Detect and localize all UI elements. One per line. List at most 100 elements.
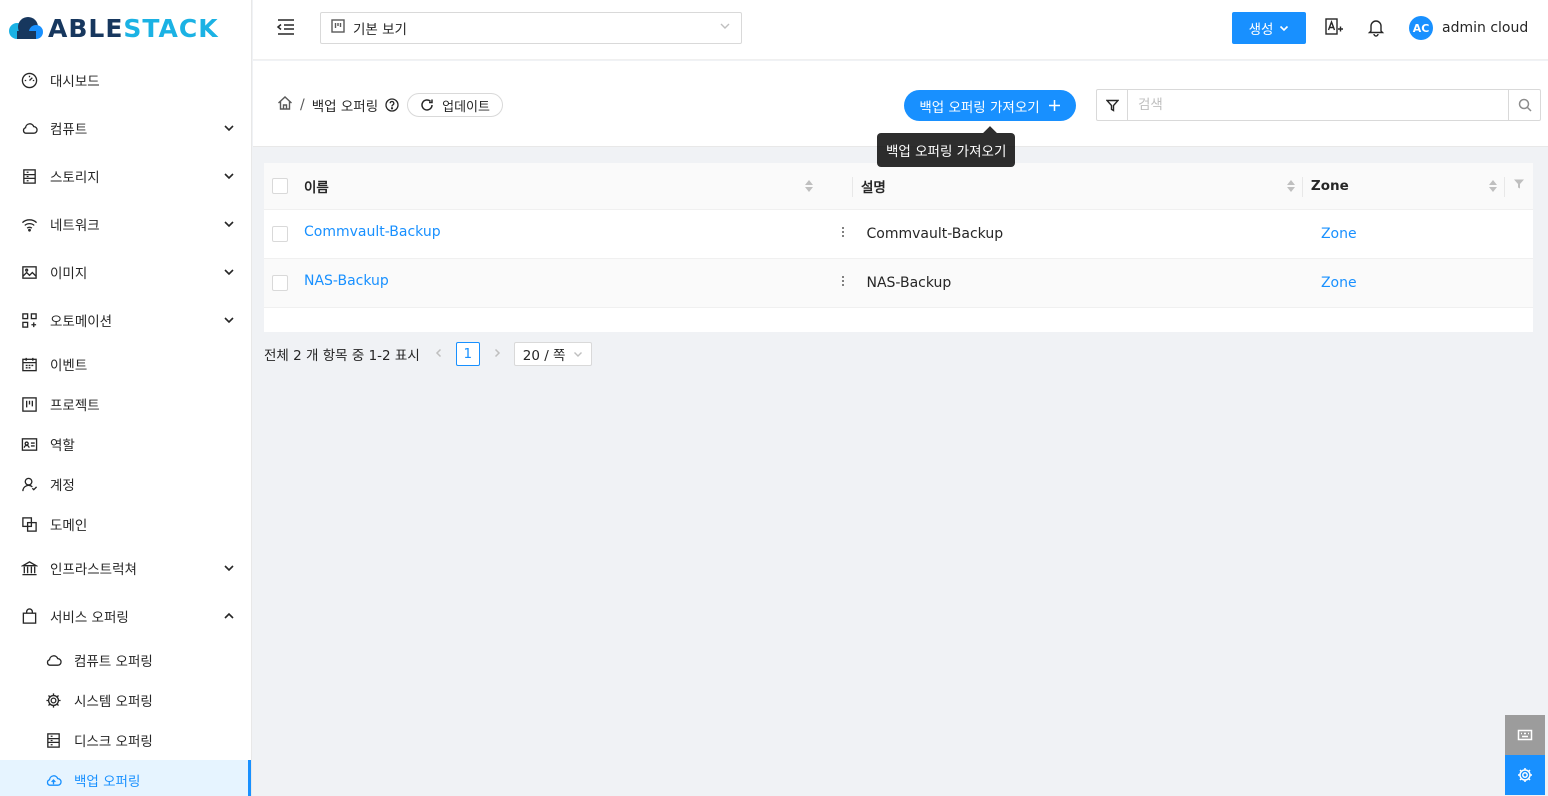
- sidebar-item-label: 도메인: [50, 518, 88, 534]
- home-icon[interactable]: [277, 95, 293, 115]
- search-icon: [1518, 98, 1532, 112]
- bank-icon: [20, 559, 38, 577]
- column-header-zone[interactable]: Zone: [1303, 163, 1505, 209]
- chevron-down-icon: [223, 562, 235, 574]
- project-select[interactable]: 기본 보기: [320, 12, 742, 44]
- refresh-button[interactable]: 업데이트: [407, 93, 503, 117]
- avatar: AC: [1409, 16, 1433, 40]
- project-icon: [20, 395, 38, 413]
- column-header-label: 이름: [304, 180, 329, 196]
- sort-icon: [1489, 180, 1497, 192]
- create-button[interactable]: 생성: [1232, 12, 1306, 44]
- keyboard-shortcut-button[interactable]: [1505, 715, 1545, 755]
- shopping-icon: [20, 607, 38, 625]
- bell-icon[interactable]: [1366, 17, 1388, 39]
- sidebar-item-image[interactable]: 이미지: [0, 248, 251, 296]
- chevron-down-icon: [223, 218, 235, 230]
- sidebar-item-dashboard[interactable]: 대시보드: [0, 56, 251, 104]
- sidebar-item-label: 프로젝트: [50, 398, 100, 414]
- sidebar-item-label: 이미지: [50, 266, 88, 282]
- reload-icon: [421, 99, 433, 111]
- backup-offering-table: 이름 설명 Zone Commvault-Backup Commvault-Ba…: [264, 163, 1533, 332]
- more-vertical-icon[interactable]: [836, 225, 850, 243]
- sort-icon: [805, 180, 814, 192]
- sidebar-item-label: 디스크 오퍼링: [74, 734, 153, 750]
- column-header-label: Zone: [1310, 178, 1349, 194]
- menu-fold-icon[interactable]: [275, 16, 297, 38]
- page-size-select[interactable]: 20 / 쪽: [513, 342, 592, 366]
- plus-icon: [1048, 100, 1060, 111]
- chevron-right-icon[interactable]: [492, 346, 502, 362]
- question-circle-icon[interactable]: [385, 98, 399, 112]
- sidebar-item-backup-offering[interactable]: 백업 오퍼링: [0, 760, 251, 796]
- search-input[interactable]: [1128, 89, 1509, 121]
- column-header-description[interactable]: 설명: [853, 163, 1303, 209]
- keyboard-icon: [1517, 729, 1533, 741]
- more-vertical-icon[interactable]: [836, 274, 850, 292]
- sidebar-item-events[interactable]: 이벤트: [0, 344, 251, 384]
- cell-empty: [1517, 259, 1533, 307]
- cell-description: Commvault-Backup: [858, 210, 1312, 258]
- chevron-down-icon: [223, 122, 235, 134]
- user-name: admin cloud: [1442, 20, 1529, 36]
- pagination-summary: 전체 2 개 항목 중 1-2 표시: [264, 348, 420, 364]
- cloud-upload-icon: [44, 771, 62, 789]
- project-select-value: 기본 보기: [353, 22, 407, 38]
- user-menu[interactable]: AC admin cloud: [1409, 16, 1528, 40]
- project-icon: [331, 19, 345, 37]
- row-checkbox[interactable]: [272, 275, 288, 291]
- sidebar-item-compute-offering[interactable]: 컴퓨트 오퍼링: [0, 640, 251, 680]
- user-icon: [20, 475, 38, 493]
- logo[interactable]: ABLESTACK: [0, 0, 251, 56]
- sidebar-item-disk-offering[interactable]: 디스크 오퍼링: [0, 720, 251, 760]
- create-button-label: 생성: [1248, 22, 1274, 38]
- filter-button[interactable]: [1096, 89, 1128, 121]
- sidebar-item-compute[interactable]: 컴퓨트: [0, 104, 251, 152]
- column-header-label: 설명: [861, 180, 886, 196]
- import-backup-offering-button[interactable]: 백업 오퍼링 가져오기: [904, 90, 1076, 121]
- offering-description: Commvault-Backup: [866, 226, 1004, 242]
- sidebar-item-role[interactable]: 역할: [0, 424, 251, 464]
- breadcrumb-current: 백업 오퍼링: [311, 99, 379, 115]
- sidebar-item-system-offering[interactable]: 시스템 오퍼링: [0, 680, 251, 720]
- sidebar-item-label: 백업 오퍼링: [74, 774, 141, 790]
- sidebar-item-network[interactable]: 네트워크: [0, 200, 251, 248]
- chevron-left-icon[interactable]: [434, 346, 444, 362]
- filter-icon[interactable]: [1513, 178, 1525, 194]
- sidebar-item-label: 대시보드: [50, 74, 100, 90]
- page-number-current[interactable]: 1: [455, 342, 480, 366]
- sidebar-item-domain[interactable]: 도메인: [0, 504, 251, 544]
- cell-empty: [1517, 210, 1533, 258]
- sidebar-item-project[interactable]: 프로젝트: [0, 384, 251, 424]
- brand-name: ABLESTACK: [48, 16, 219, 41]
- translate-icon[interactable]: [1324, 17, 1346, 39]
- offering-name-link[interactable]: Commvault-Backup: [304, 224, 441, 240]
- sidebar-item-infrastructure[interactable]: 인프라스트럭쳐: [0, 544, 251, 592]
- sidebar-item-label: 계정: [50, 478, 75, 494]
- cell-actions: [827, 259, 859, 307]
- row-checkbox[interactable]: [272, 226, 288, 242]
- sidebar-item-service-offering[interactable]: 서비스 오퍼링: [0, 592, 251, 640]
- select-all-checkbox[interactable]: [272, 178, 288, 194]
- sidebar-item-storage[interactable]: 스토리지: [0, 152, 251, 200]
- chevron-down-icon: [719, 20, 731, 36]
- domain-icon: [20, 515, 38, 533]
- sidebar-item-account[interactable]: 계정: [0, 464, 251, 504]
- zone-link[interactable]: Zone: [1321, 226, 1357, 242]
- chevron-up-icon: [223, 610, 235, 622]
- search-button[interactable]: [1509, 89, 1541, 121]
- chevron-down-icon: [223, 266, 235, 278]
- settings-button[interactable]: [1505, 755, 1545, 795]
- pagination: 전체 2 개 항목 중 1-2 표시 1 20 / 쪽: [264, 342, 592, 366]
- brand-name-part1: ABLE: [48, 13, 124, 43]
- page-size-value: 20 / 쪽: [522, 348, 566, 364]
- column-header-name[interactable]: 이름: [296, 163, 821, 209]
- top-header: 기본 보기 생성 AC admin cloud: [253, 0, 1548, 60]
- brand-name-part2: STACK: [123, 13, 219, 43]
- dashboard-icon: [20, 71, 38, 89]
- chevron-down-icon: [223, 314, 235, 326]
- zone-link[interactable]: Zone: [1321, 275, 1357, 291]
- sidebar-item-label: 스토리지: [50, 170, 100, 186]
- offering-name-link[interactable]: NAS-Backup: [304, 273, 389, 289]
- sidebar-item-automation[interactable]: 오토메이션: [0, 296, 251, 344]
